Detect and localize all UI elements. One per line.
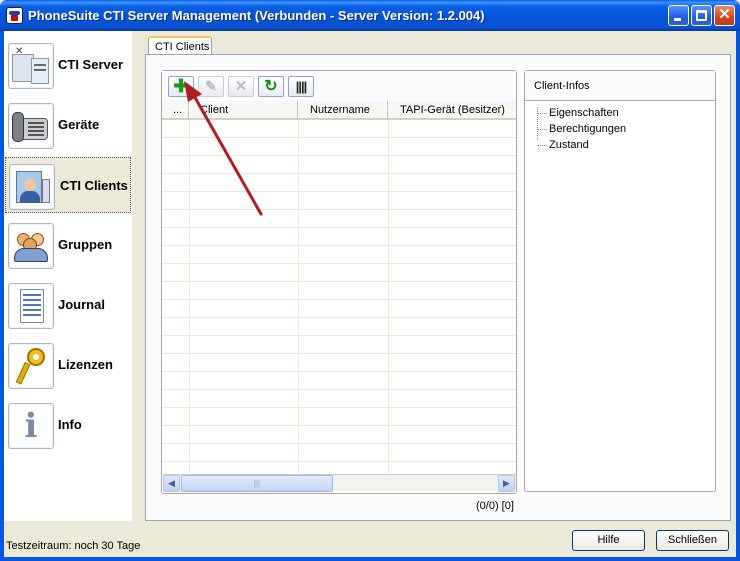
horizontal-scrollbar[interactable]: ◀ ||| ▶ bbox=[163, 474, 516, 492]
sidebar-item-geraete[interactable]: Geräte bbox=[4, 97, 132, 153]
help-button[interactable]: Hilfe bbox=[572, 530, 645, 551]
status-bar: Testzeitraum: noch 30 Tage bbox=[4, 525, 544, 557]
group-icon bbox=[8, 223, 54, 269]
sidebar-item-label: CTI Server bbox=[58, 57, 124, 72]
table-row[interactable] bbox=[162, 318, 516, 336]
table-row[interactable] bbox=[162, 264, 516, 282]
server-icon: ✕ bbox=[8, 43, 54, 89]
record-counter: (0/0) [0] bbox=[476, 500, 514, 512]
column-header[interactable]: Client bbox=[189, 101, 298, 120]
table-row[interactable] bbox=[162, 282, 516, 300]
client-infos-title: Client-Infos bbox=[525, 71, 715, 101]
sidebar-item-info[interactable]: i Info bbox=[4, 397, 132, 453]
table-row[interactable] bbox=[162, 156, 516, 174]
phone-icon bbox=[8, 103, 54, 149]
add-icon: ✚ bbox=[173, 76, 189, 96]
table-row[interactable] bbox=[162, 228, 516, 246]
column-header[interactable]: ... bbox=[162, 101, 189, 120]
sidebar-nav: ✕ CTI Server Geräte CTI Clients Gruppen … bbox=[4, 31, 132, 521]
maximize-button[interactable] bbox=[691, 5, 712, 26]
columns-icon: |||| bbox=[295, 79, 308, 94]
scroll-right-button[interactable]: ▶ bbox=[498, 475, 515, 492]
info-icon: i bbox=[8, 403, 54, 449]
clients-table: ... Client Nutzername TAPI-Gerät (Besitz… bbox=[162, 101, 516, 473]
table-row[interactable] bbox=[162, 426, 516, 444]
window-client-area: ✕ CTI Server Geräte CTI Clients Gruppen … bbox=[4, 31, 736, 557]
toolbar: ✚ ✎ ✕ ↻ |||| bbox=[162, 71, 516, 101]
minimize-icon bbox=[674, 18, 681, 21]
columns-button[interactable]: |||| bbox=[288, 76, 314, 97]
scrollbar-thumb[interactable]: ||| bbox=[181, 475, 333, 492]
close-window-button[interactable]: ✕ bbox=[714, 5, 735, 26]
sidebar-item-label: CTI Clients bbox=[60, 178, 128, 193]
tab-panel: ✚ ✎ ✕ ↻ |||| ... Client Nutzername TAPI-… bbox=[145, 54, 731, 521]
table-row[interactable] bbox=[162, 372, 516, 390]
table-row[interactable] bbox=[162, 300, 516, 318]
app-logo-icon bbox=[6, 7, 23, 24]
table-row[interactable] bbox=[162, 408, 516, 426]
delete-icon: ✕ bbox=[234, 78, 248, 95]
table-row[interactable] bbox=[162, 390, 516, 408]
tree-item-zustand[interactable]: Zustand bbox=[549, 139, 589, 151]
client-user-icon bbox=[9, 164, 55, 210]
table-header: ... Client Nutzername TAPI-Gerät (Besitz… bbox=[162, 101, 516, 120]
delete-client-button[interactable]: ✕ bbox=[228, 76, 254, 97]
scroll-left-button[interactable]: ◀ bbox=[163, 475, 180, 492]
sidebar-item-label: Info bbox=[58, 417, 82, 432]
add-client-button[interactable]: ✚ bbox=[168, 76, 194, 97]
sidebar-item-label: Lizenzen bbox=[58, 357, 113, 372]
maximize-icon bbox=[696, 10, 707, 21]
table-row[interactable] bbox=[162, 354, 516, 372]
sidebar-item-lizenzen[interactable]: Lizenzen bbox=[4, 337, 132, 393]
close-icon: ✕ bbox=[718, 6, 731, 23]
refresh-button[interactable]: ↻ bbox=[258, 76, 284, 97]
table-row[interactable] bbox=[162, 210, 516, 228]
column-header[interactable]: Nutzername bbox=[298, 101, 388, 120]
app-window: PhoneSuite CTI Server Management (Verbun… bbox=[0, 0, 740, 561]
minimize-button[interactable] bbox=[668, 5, 689, 26]
table-row[interactable] bbox=[162, 174, 516, 192]
table-row[interactable] bbox=[162, 444, 516, 462]
sidebar-item-label: Journal bbox=[58, 297, 105, 312]
edit-icon: ✎ bbox=[205, 78, 217, 94]
sidebar-item-journal[interactable]: Journal bbox=[4, 277, 132, 333]
table-row[interactable] bbox=[162, 192, 516, 210]
title-bar[interactable]: PhoneSuite CTI Server Management (Verbun… bbox=[0, 0, 740, 31]
table-row[interactable] bbox=[162, 120, 516, 138]
key-icon bbox=[8, 343, 54, 389]
tab-cti-clients[interactable]: CTI Clients bbox=[148, 36, 212, 55]
clients-list-panel: ✚ ✎ ✕ ↻ |||| ... Client Nutzername TAPI-… bbox=[161, 70, 517, 494]
table-row[interactable] bbox=[162, 138, 516, 156]
table-row[interactable] bbox=[162, 246, 516, 264]
table-row[interactable] bbox=[162, 336, 516, 354]
edit-client-button[interactable]: ✎ bbox=[198, 76, 224, 97]
window-title: PhoneSuite CTI Server Management (Verbun… bbox=[28, 8, 485, 23]
sidebar-item-label: Geräte bbox=[58, 117, 100, 132]
refresh-icon: ↻ bbox=[264, 78, 278, 95]
sidebar-item-gruppen[interactable]: Gruppen bbox=[4, 217, 132, 273]
column-header[interactable]: TAPI-Gerät (Besitzer) bbox=[388, 101, 516, 120]
sidebar-item-label: Gruppen bbox=[58, 237, 113, 252]
status-text: Testzeitraum: noch 30 Tage bbox=[6, 540, 141, 552]
tab-label: CTI Clients bbox=[155, 41, 210, 53]
sidebar-item-cti-server[interactable]: ✕ CTI Server bbox=[4, 37, 132, 93]
client-infos-panel: Client-Infos Eigenschaften Berechtigunge… bbox=[524, 70, 716, 492]
tree-item-berechtigungen[interactable]: Berechtigungen bbox=[549, 123, 626, 135]
tree-item-eigenschaften[interactable]: Eigenschaften bbox=[549, 107, 619, 119]
sidebar-item-cti-clients[interactable]: CTI Clients bbox=[5, 157, 131, 213]
journal-icon bbox=[8, 283, 54, 329]
close-button[interactable]: Schließen bbox=[656, 530, 729, 551]
